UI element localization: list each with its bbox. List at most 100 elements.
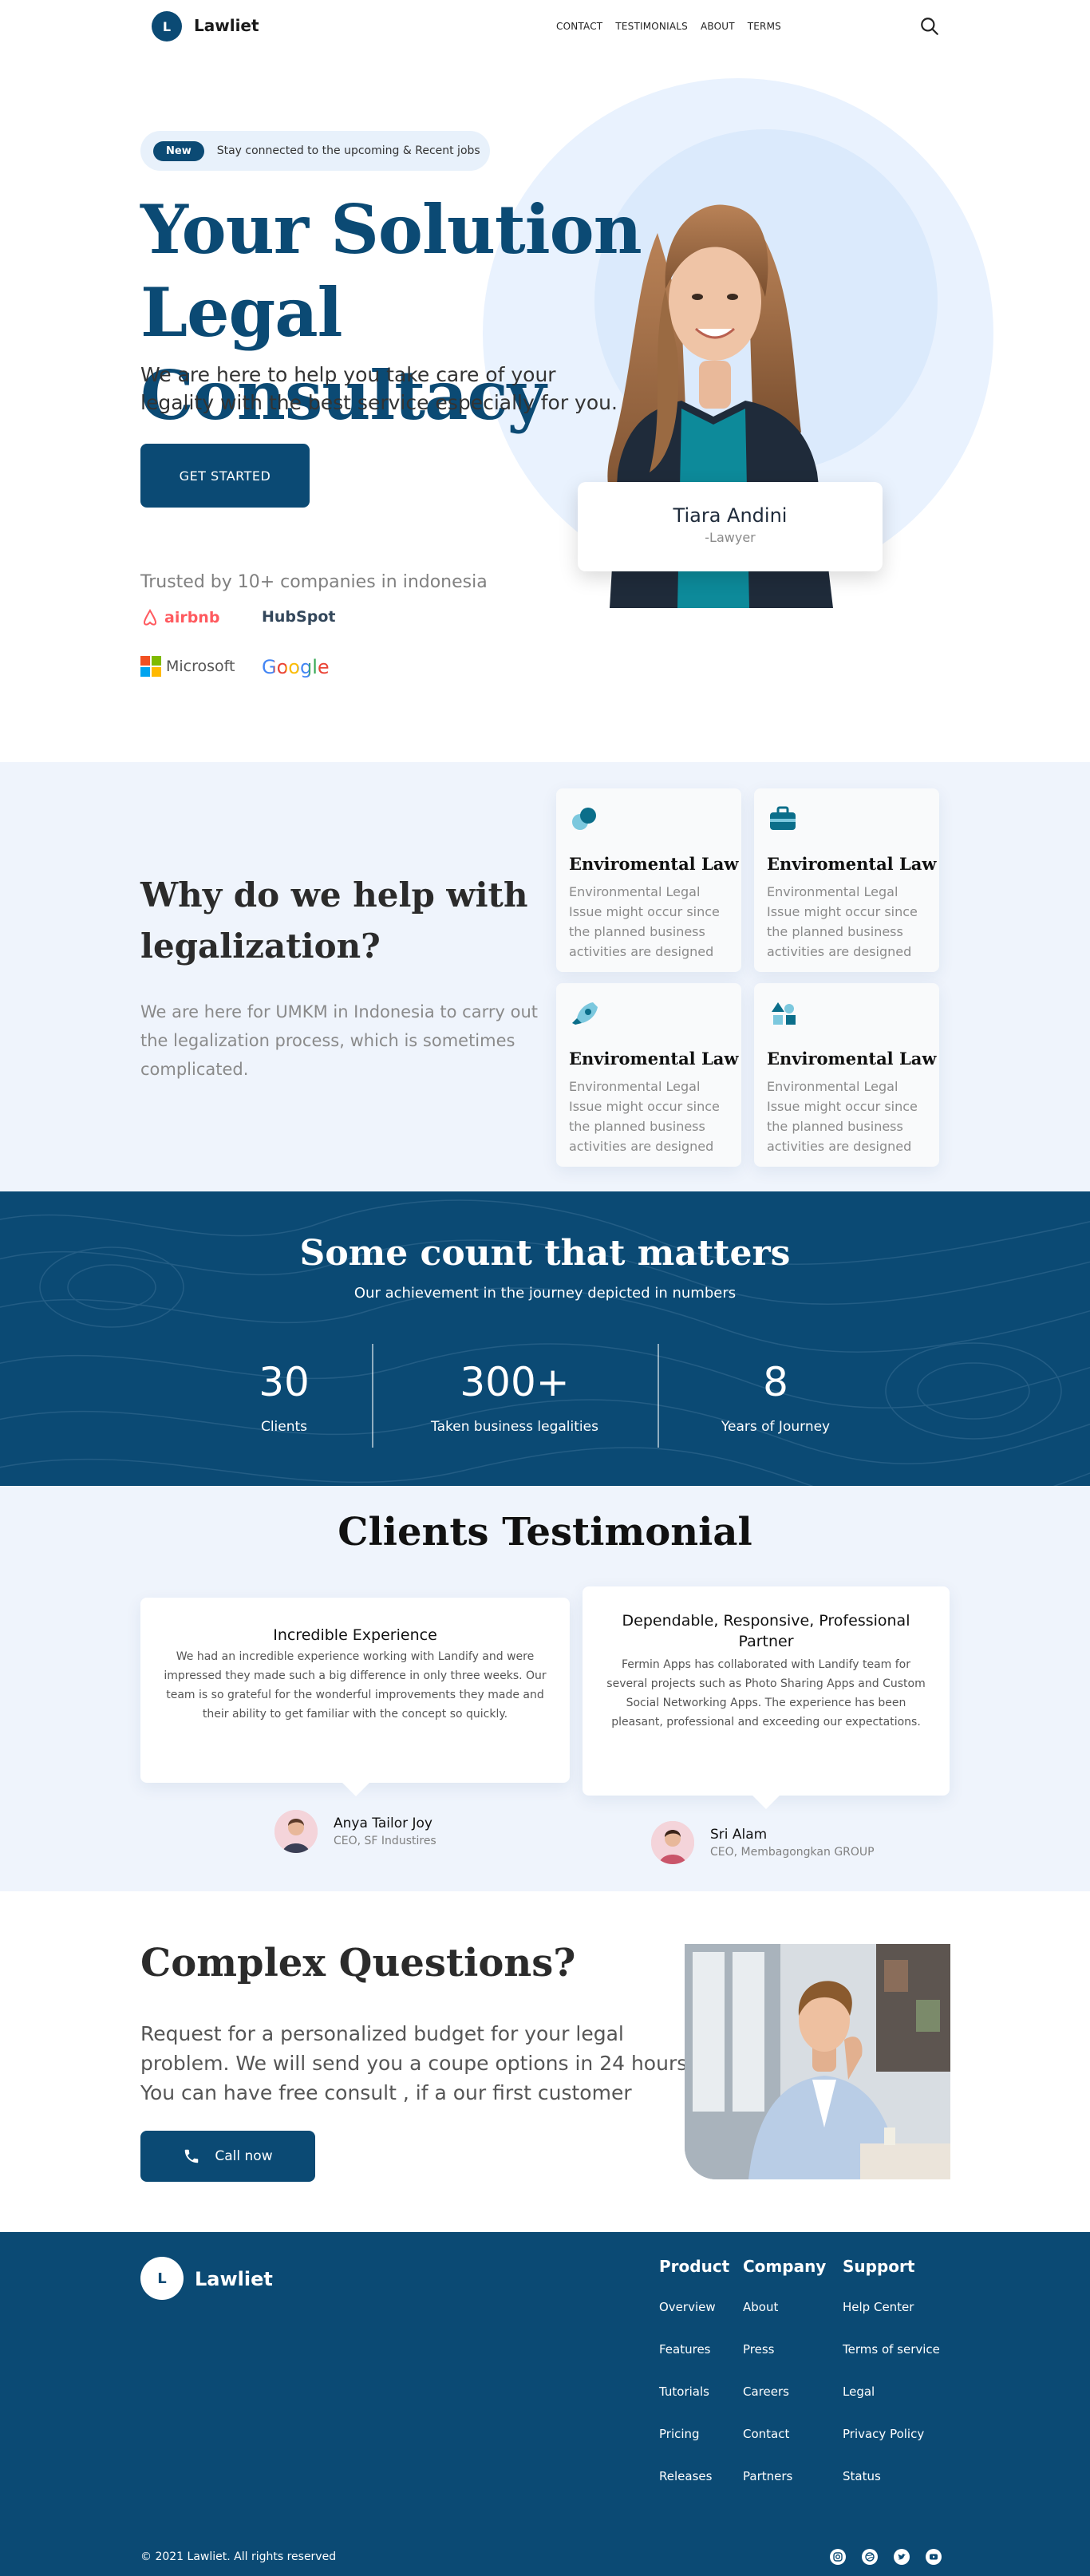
footer-column-support: Support Help Center Terms of service Leg… [843, 2257, 940, 2511]
nav-link-terms[interactable]: TERMS [748, 21, 781, 32]
testimonial-heading: Incredible Experience [273, 1626, 437, 1644]
feature-card-text: Environmental Legal Issue might occur si… [569, 884, 720, 959]
call-now-button[interactable]: Call now [140, 2131, 315, 2182]
footer-logo-badge[interactable]: L [140, 2257, 184, 2300]
get-started-button[interactable]: GET STARTED [140, 444, 310, 508]
nav-link-about[interactable]: ABOUT [701, 21, 735, 32]
announcement-pill[interactable]: New Stay connected to the upcoming & Rec… [140, 131, 490, 171]
footer-column-product: Product Overview Features Tutorials Pric… [659, 2257, 729, 2511]
testimonial-heading: Dependable, Responsive, Professional Par… [622, 1612, 910, 1650]
complex-title: Complex Questions? [140, 1941, 576, 1985]
footer-column-company: Company About Press Careers Contact Part… [743, 2257, 826, 2511]
footer-link[interactable]: Pricing [659, 2427, 729, 2469]
footer-logo-text[interactable]: Lawliet [195, 2268, 273, 2290]
microsoft-logo: Microsoft [140, 656, 235, 677]
copyright: © 2021 Lawliet. All rights reserved [140, 2550, 337, 2563]
stats-title: Some count that matters [299, 1233, 791, 1274]
announcement-text: Stay connected to the upcoming & Recent … [216, 144, 480, 157]
author-name: Anya Tailor Joy [334, 1815, 432, 1831]
stat-legalities: 300+ Taken business legalities [415, 1357, 614, 1435]
nav-link-testimonials[interactable]: TESTIMONIALS [615, 21, 688, 32]
consultant-illustration [685, 1944, 950, 2179]
footer-link[interactable]: About [743, 2300, 826, 2342]
feature-card-title: Enviromental Law [569, 854, 739, 874]
footer-link[interactable]: Partners [743, 2469, 826, 2511]
pills-icon [572, 808, 596, 830]
page: L Lawliet CONTACT TESTIMONIALS ABOUT TER… [0, 0, 1090, 2576]
author-role: CEO, Membagongkan GROUP [710, 1846, 875, 1859]
stat-label: Taken business legalities [431, 1419, 598, 1435]
stat-label: Years of Journey [721, 1419, 831, 1435]
rocket-icon [572, 1002, 598, 1025]
feature-card-text: Environmental Legal Issue might occur si… [767, 1079, 918, 1154]
stat-years: 8 Years of Journey [696, 1357, 855, 1435]
why-subtitle: We are here for UMKM in Indonesia to car… [140, 1002, 538, 1079]
dribbble-icon[interactable] [862, 2549, 878, 2565]
call-now-label: Call now [215, 2148, 273, 2164]
footer-link[interactable]: Privacy Policy [843, 2427, 940, 2469]
stats-subtitle: Our achievement in the journey depicted … [353, 1285, 737, 1302]
airbnb-logo: airbnb [140, 608, 219, 627]
google-logo: Google [262, 656, 330, 678]
microsoft-wordmark: Microsoft [166, 658, 235, 675]
feature-card[interactable]: Enviromental Law Environmental Legal Iss… [556, 788, 741, 972]
stat-divider [658, 1344, 659, 1448]
feature-card[interactable]: Enviromental Law Environmental Legal Iss… [754, 983, 939, 1167]
logo-badge[interactable]: L [152, 11, 182, 41]
testimonial-author: Anya Tailor Joy CEO, SF Industires [274, 1810, 436, 1853]
stat-value: 8 [763, 1359, 788, 1405]
feature-card[interactable]: Enviromental Law Environmental Legal Iss… [754, 788, 939, 972]
phone-icon [185, 2149, 199, 2163]
footer-link[interactable]: Careers [743, 2384, 826, 2427]
why-title: Why do we help with legalization? [140, 875, 528, 966]
footer-link[interactable]: Features [659, 2342, 729, 2384]
author-info: Anya Tailor Joy CEO, SF Industires [334, 1815, 436, 1847]
testimonial-text: Fermin Apps has collaborated with Landif… [606, 1658, 926, 1729]
lawyer-name-card: Tiara Andini -Lawyer [578, 482, 883, 571]
testimonial-text: We had an incredible experience working … [164, 1650, 547, 1721]
feature-card[interactable]: Enviromental Law Environmental Legal Iss… [556, 983, 741, 1167]
nav-link-contact[interactable]: CONTACT [556, 21, 602, 32]
stat-divider [372, 1344, 373, 1448]
stat-value: 300+ [460, 1359, 570, 1405]
author-name: Sri Alam [710, 1827, 768, 1843]
hero-subtitle: We are here to help you take care of you… [140, 363, 618, 414]
footer-link[interactable]: Press [743, 2342, 826, 2384]
footer-link[interactable]: Legal [843, 2384, 940, 2427]
avatar-photo [274, 1810, 318, 1853]
shapes-icon [772, 1002, 796, 1025]
testimonial-card: Incredible Experience We had an incredib… [140, 1598, 570, 1796]
airbnb-wordmark: airbnb [164, 609, 220, 626]
instagram-icon[interactable] [830, 2549, 846, 2565]
footer-link[interactable]: Status [843, 2469, 940, 2511]
youtube-icon[interactable] [926, 2549, 942, 2565]
search-icon[interactable] [919, 16, 940, 37]
footer-link[interactable]: Contact [743, 2427, 826, 2469]
avatar [274, 1810, 318, 1853]
footer-link[interactable]: Help Center [843, 2300, 940, 2342]
twitter-icon[interactable] [894, 2549, 910, 2565]
feature-card-text: Environmental Legal Issue might occur si… [767, 884, 918, 959]
footer-link[interactable]: Overview [659, 2300, 729, 2342]
stat-value: 30 [259, 1359, 310, 1405]
footer-link[interactable]: Releases [659, 2469, 729, 2511]
footer-link[interactable]: Tutorials [659, 2384, 729, 2427]
complex-subtitle: Request for a personalized budget for yo… [140, 2022, 694, 2104]
footer-link[interactable]: Terms of service [843, 2342, 940, 2384]
hero-title-line-1: Your Solution [140, 190, 642, 269]
microsoft-icon [140, 656, 161, 677]
airbnb-icon [143, 608, 157, 626]
footer-column-title: Support [843, 2257, 915, 2276]
logo-text[interactable]: Lawliet [194, 16, 259, 35]
hubspot-wordmark: HubSpot [262, 608, 336, 626]
feature-card-title: Enviromental Law [569, 1049, 739, 1069]
stat-clients: 30 Clients [236, 1357, 332, 1435]
hubspot-logo: HubSpot [262, 608, 335, 626]
testimonial-title: Clients Testimonial [338, 1510, 752, 1555]
feature-card-title: Enviromental Law [767, 1049, 937, 1069]
consultant-photo [685, 1944, 950, 2179]
lawyer-role: -Lawyer [705, 530, 756, 545]
testimonial-author: Sri Alam CEO, Membagongkan GROUP [651, 1821, 875, 1864]
briefcase-icon [770, 806, 796, 830]
author-role: CEO, SF Industires [334, 1835, 436, 1847]
